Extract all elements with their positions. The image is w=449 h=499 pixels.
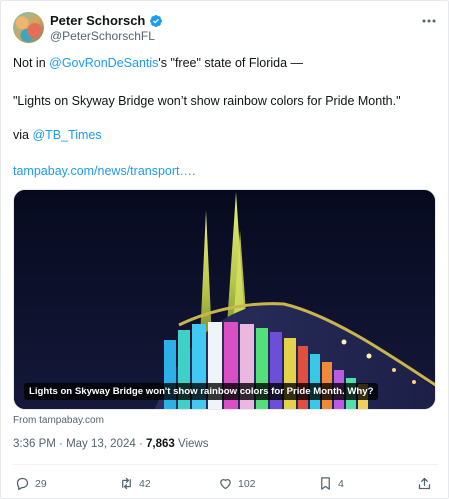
tweet-text: via [13, 128, 33, 142]
heart-icon [220, 479, 231, 490]
tweet-text-line-2: "Lights on Skyway Bridge won’t show rain… [13, 94, 401, 108]
reply-icon [16, 477, 29, 491]
tweet-time[interactable]: 3:36 PM [13, 438, 56, 450]
mention-tb-times[interactable]: @TB_Times [32, 128, 101, 142]
repost-count: 42 [139, 477, 151, 490]
bridge-photo [14, 190, 435, 409]
bookmark-button[interactable]: 4 [318, 476, 344, 491]
views-label: Views [178, 438, 209, 450]
like-button[interactable]: 102 [218, 476, 256, 491]
article-link[interactable]: tampabay.com/news/transport…. [13, 163, 195, 179]
link-card-caption: Lights on Skyway Bridge won't show rainb… [24, 383, 379, 400]
meta-separator: · [138, 438, 143, 450]
link-source[interactable]: From tampabay.com [13, 415, 104, 426]
author-display-name[interactable]: Peter Schorsch [50, 13, 145, 28]
mention-govrondesantis[interactable]: @GovRonDeSantis [49, 56, 158, 70]
avatar[interactable] [13, 12, 44, 43]
meta-separator: · [59, 438, 63, 450]
divider [13, 464, 438, 465]
tweet-text: 's "free" state of Florida — [158, 56, 304, 70]
views-count: 7,863 [146, 438, 175, 450]
more-options-icon[interactable] [420, 14, 438, 28]
author-name-row[interactable]: Peter Schorsch [50, 13, 163, 28]
tweet-text-line-3: via @TB_Times [13, 127, 102, 143]
bookmark-count: 4 [338, 477, 344, 490]
bookmark-icon [321, 477, 330, 490]
tweet-date[interactable]: May 13, 2024 [66, 438, 136, 450]
share-button[interactable] [417, 476, 432, 491]
verified-badge-icon [150, 14, 163, 27]
reply-count: 29 [35, 477, 47, 490]
tweet-card: Peter Schorsch @PeterSchorschFL Not in @… [0, 0, 449, 499]
like-count: 102 [238, 477, 256, 490]
link-card-image[interactable]: Lights on Skyway Bridge won't show rainb… [13, 189, 436, 410]
repost-button[interactable]: 42 [119, 476, 151, 491]
reply-button[interactable]: 29 [15, 476, 47, 491]
author-handle[interactable]: @PeterSchorschFL [50, 29, 155, 43]
action-bar: 29 42 102 4 [15, 476, 435, 494]
share-icon [418, 477, 431, 490]
repost-icon [122, 477, 131, 490]
tweet-text: Not in [13, 56, 50, 70]
tweet-header: Peter Schorsch @PeterSchorschFL [13, 12, 438, 48]
tweet-meta: 3:36 PM · May 13, 2024 · 7,863 Views [13, 438, 208, 450]
tweet-text-line-1: Not in @GovRonDeSantis's "free" state of… [13, 55, 303, 71]
